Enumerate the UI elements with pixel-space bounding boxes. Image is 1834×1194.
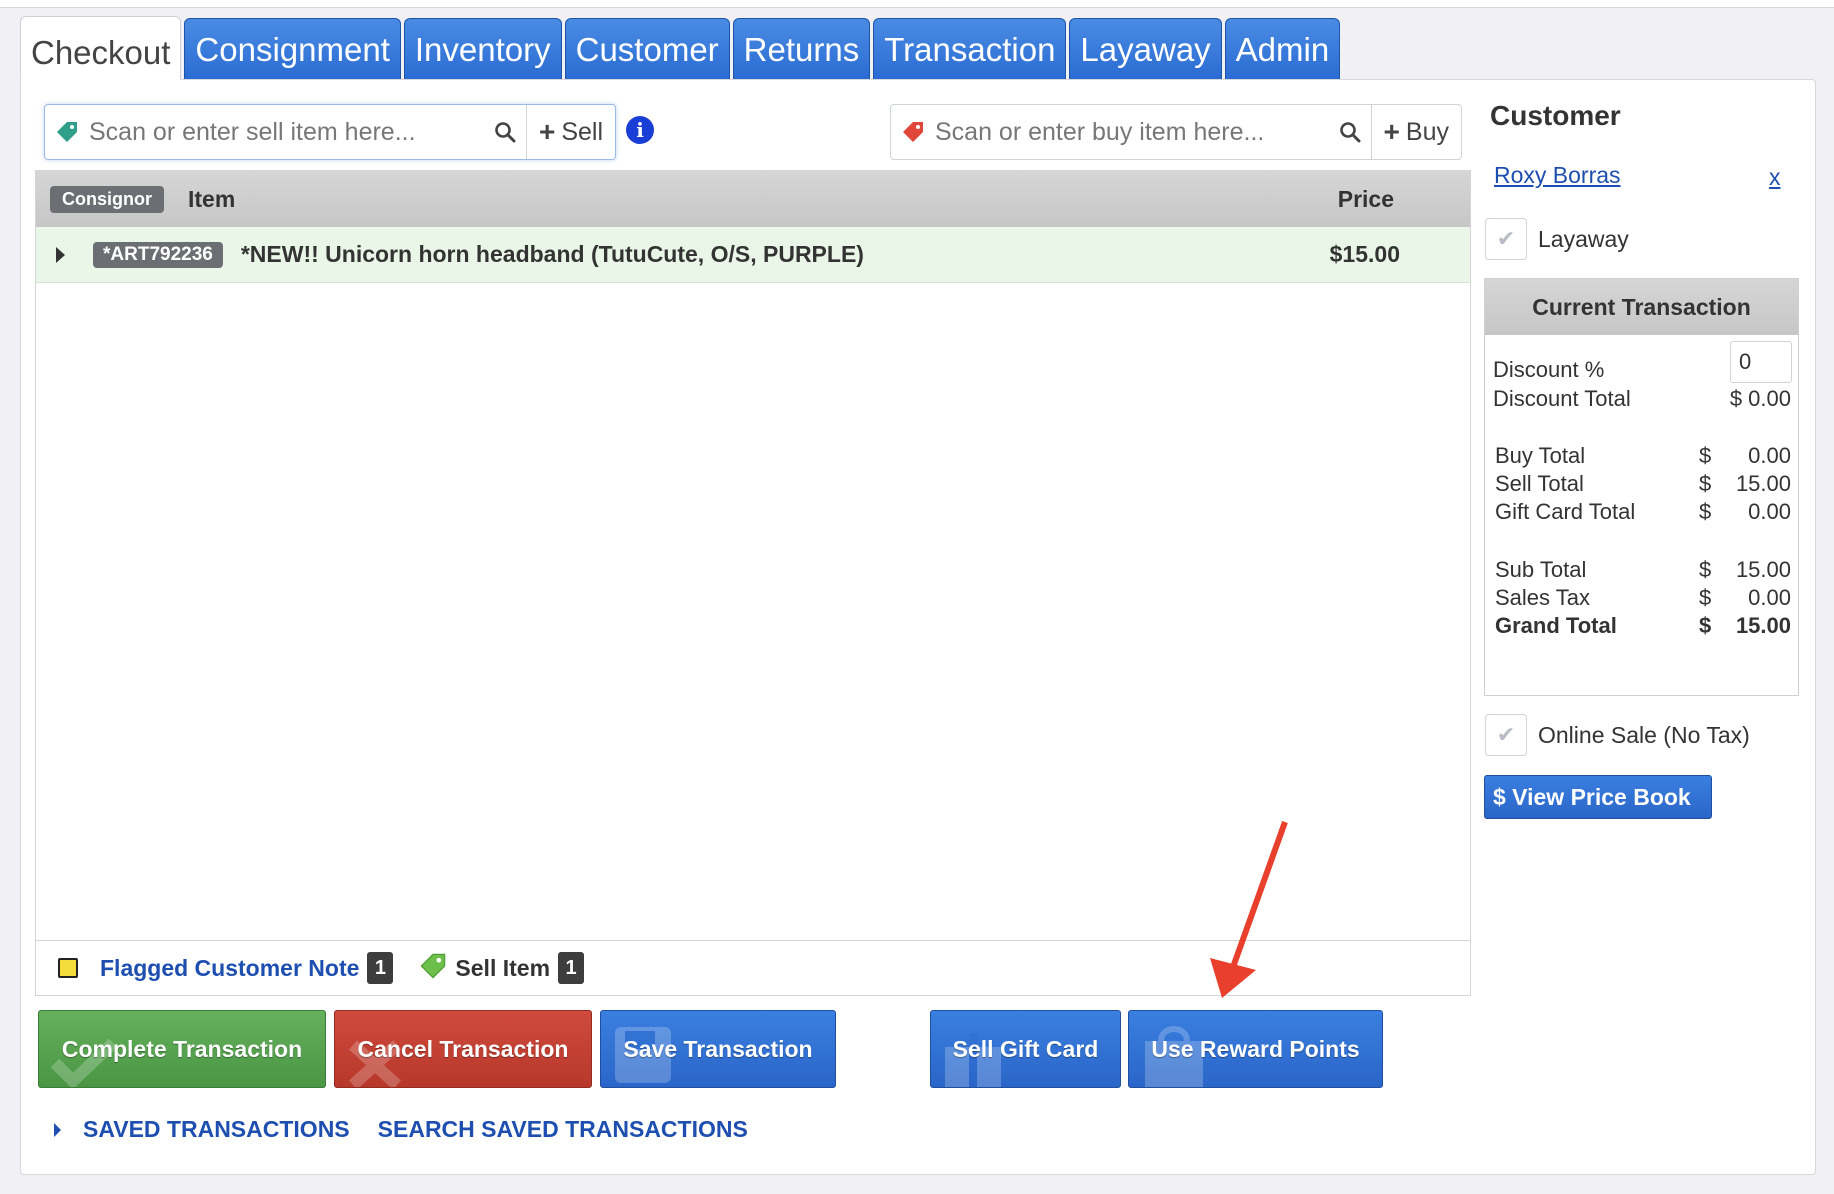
current-transaction-heading: Current Transaction	[1485, 279, 1798, 335]
table-header: Consignor Item Price	[36, 171, 1470, 227]
gift-card-total-label: Gift Card Total	[1495, 499, 1636, 524]
complete-transaction-button[interactable]: Complete Transaction	[38, 1010, 326, 1088]
cancel-transaction-button[interactable]: Cancel Transaction	[334, 1010, 592, 1088]
buy-scan-group: +Buy	[890, 104, 1462, 160]
expand-caret-icon	[54, 1122, 61, 1137]
currency-symbol: $	[1699, 443, 1712, 468]
online-sale-checkbox[interactable]: ✔	[1485, 714, 1527, 756]
saved-transactions-link[interactable]: SAVED TRANSACTIONS	[83, 1116, 350, 1143]
grand-total-row: Grand Total $ 15.00	[1495, 613, 1791, 639]
discount-percent-label: Discount %	[1493, 357, 1605, 382]
save-transaction-label: Save Transaction	[623, 1035, 813, 1062]
check-icon: ✔	[1496, 226, 1516, 251]
tab-checkout[interactable]: Checkout	[20, 16, 182, 80]
sell-item-tag-icon	[419, 952, 447, 985]
complete-transaction-label: Complete Transaction	[61, 1035, 303, 1062]
annotation-arrow-icon	[1210, 820, 1288, 998]
tab-transaction[interactable]: Transaction	[873, 18, 1067, 80]
discount-total-value: $ 0.00	[1729, 386, 1791, 411]
info-icon[interactable]: i	[626, 116, 654, 144]
sales-tax-label: Sales Tax	[1495, 585, 1590, 610]
sell-item-label: Sell Item	[455, 954, 551, 981]
search-icon[interactable]	[484, 121, 526, 143]
grand-total-label: Grand Total	[1495, 613, 1617, 638]
sales-tax-value: 0.00	[1748, 585, 1791, 610]
saved-transactions-links: SAVED TRANSACTIONS SEARCH SAVED TRANSACT…	[54, 1116, 776, 1143]
discount-percent-input[interactable]: 0	[1730, 341, 1792, 383]
sell-scan-group: +Sell	[44, 104, 616, 160]
buy-total-value: 0.00	[1748, 443, 1791, 468]
currency-symbol: $	[1699, 585, 1712, 610]
check-icon: ✔	[1496, 722, 1516, 747]
grand-total-value: 15.00	[1735, 613, 1791, 638]
plus-icon: +	[538, 116, 556, 147]
sell-total-row: Sell Total $ 15.00	[1495, 471, 1791, 497]
sell-item-count: 1	[558, 952, 585, 984]
sell-gift-card-label: Sell Gift Card	[952, 1035, 1099, 1062]
sub-total-label: Sub Total	[1495, 557, 1587, 582]
sticky-note-icon	[58, 958, 78, 978]
currency-symbol: $	[1699, 557, 1712, 582]
expand-caret-icon[interactable]	[56, 246, 65, 263]
layaway-checkbox[interactable]: ✔	[1485, 218, 1527, 260]
sales-tax-row: Sales Tax $ 0.00	[1495, 585, 1791, 611]
sell-total-label: Sell Total	[1495, 471, 1584, 496]
sell-total-value: 15.00	[1735, 471, 1791, 496]
buy-tag-icon	[891, 120, 935, 144]
currency-symbol: $	[1699, 499, 1712, 524]
cancel-transaction-label: Cancel Transaction	[357, 1035, 569, 1062]
add-buy-button[interactable]: + Buy	[1370, 105, 1461, 159]
search-icon[interactable]	[1329, 121, 1371, 143]
plus-icon: +	[1383, 116, 1400, 147]
discount-total-label: Discount Total	[1493, 386, 1631, 411]
add-sell-label: Sell	[561, 117, 603, 146]
online-sale-label: Online Sale (No Tax)	[1538, 722, 1750, 748]
buy-total-label: Buy Total	[1495, 443, 1586, 468]
table-row[interactable]: *ART792236 *NEW!! Unicorn horn headband …	[36, 227, 1470, 283]
customer-name-link[interactable]: Roxy Borras	[1494, 162, 1621, 189]
currency-symbol: $	[1699, 613, 1712, 638]
sell-scan-input[interactable]	[89, 105, 484, 159]
use-reward-points-label: Use Reward Points	[1151, 1035, 1360, 1062]
tab-returns[interactable]: Returns	[732, 18, 871, 80]
sub-total-value: 15.00	[1735, 557, 1791, 582]
consignor-header: Consignor	[50, 185, 164, 213]
tab-inventory[interactable]: Inventory	[403, 18, 562, 80]
gift-card-total-row: Gift Card Total $ 0.00	[1495, 499, 1791, 525]
add-sell-button[interactable]: + Sell	[525, 105, 615, 159]
sub-total-row: Sub Total $ 15.00	[1495, 557, 1791, 583]
sell-tag-icon	[45, 120, 89, 144]
top-bar	[0, 0, 1834, 8]
current-transaction-box: Current Transaction Discount % 0 Discoun…	[1484, 278, 1799, 696]
gift-card-total-value: 0.00	[1748, 499, 1791, 524]
item-description: *NEW!! Unicorn horn headband (TutuCute, …	[240, 241, 864, 267]
sku-badge: *ART792236	[93, 241, 223, 268]
flagged-note-count: 1	[367, 952, 394, 984]
tab-admin[interactable]: Admin	[1224, 18, 1341, 80]
save-transaction-button[interactable]: Save Transaction	[600, 1010, 836, 1088]
item-price: $15.00	[1329, 241, 1400, 267]
search-saved-transactions-link[interactable]: SEARCH SAVED TRANSACTIONS	[378, 1116, 748, 1143]
main-tabs: Checkout Consignment Inventory Customer …	[20, 16, 1343, 80]
tab-customer[interactable]: Customer	[564, 18, 730, 80]
flagged-customer-note-link[interactable]: Flagged Customer Note	[100, 955, 359, 982]
remove-customer-link[interactable]: x	[1769, 164, 1781, 191]
buy-total-row: Buy Total $ 0.00	[1495, 443, 1791, 469]
use-reward-points-button[interactable]: Use Reward Points	[1128, 1010, 1383, 1088]
layaway-label: Layaway	[1538, 226, 1629, 252]
item-header: Item	[188, 185, 236, 212]
tab-layaway[interactable]: Layaway	[1069, 18, 1222, 80]
tab-consignment[interactable]: Consignment	[184, 18, 401, 80]
sell-gift-card-button[interactable]: Sell Gift Card	[930, 1010, 1121, 1088]
price-header: Price	[1337, 185, 1394, 212]
view-price-book-button[interactable]: $ View Price Book	[1484, 775, 1712, 819]
customer-heading: Customer	[1490, 100, 1621, 131]
add-buy-label: Buy	[1405, 117, 1449, 146]
buy-scan-input[interactable]	[935, 105, 1329, 159]
discount-total-row: Discount Total $ 0.00	[1493, 386, 1791, 412]
currency-symbol: $	[1699, 471, 1712, 496]
